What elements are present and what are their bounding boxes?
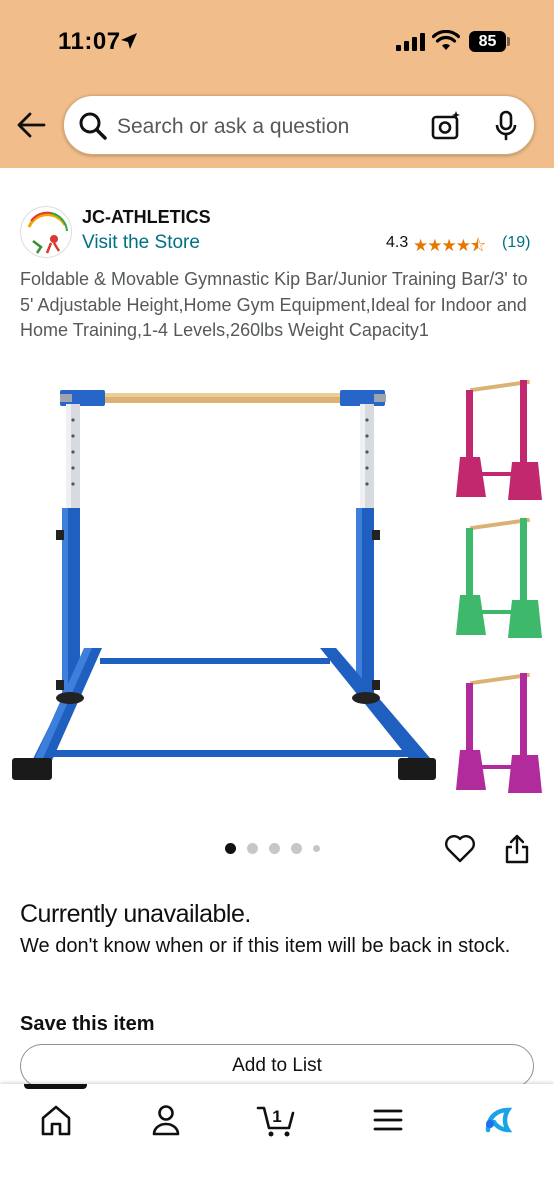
battery-icon: 85 [469, 31, 506, 52]
store-logo-image [27, 211, 68, 254]
mic-icon[interactable] [494, 110, 518, 142]
rating-value: 4.3 [386, 234, 409, 251]
wifi-icon [432, 30, 460, 50]
carousel-dot[interactable] [247, 843, 258, 854]
battery-tip [507, 37, 510, 46]
rufus-icon[interactable] [478, 1100, 518, 1140]
store-logo[interactable] [20, 206, 72, 258]
cart-count: 1 [272, 1107, 281, 1126]
thumbnail-pink[interactable] [452, 372, 546, 502]
search-input[interactable]: Search or ask a question [63, 95, 535, 155]
carousel-dot[interactable] [313, 845, 320, 852]
visit-store-link[interactable]: Visit the Store [82, 232, 200, 254]
carousel-dot[interactable] [269, 843, 280, 854]
product-title: Foldable & Movable Gymnastic Kip Bar/Jun… [20, 269, 528, 340]
home-icon[interactable] [36, 1100, 76, 1140]
thumbnail-purple[interactable] [452, 665, 546, 795]
brand-name: JC-ATHLETICS [82, 207, 211, 227]
cart-icon[interactable]: 1 [256, 1100, 296, 1140]
search-placeholder: Search or ask a question [117, 115, 350, 138]
heart-icon[interactable] [444, 833, 476, 865]
thumbnail-green[interactable] [452, 510, 546, 640]
add-to-list-button[interactable]: Add to List [20, 1044, 534, 1088]
search-icon[interactable] [78, 111, 108, 141]
availability-message: We don't know when or if this item will … [20, 935, 511, 957]
carousel-dot[interactable] [225, 843, 236, 854]
account-icon[interactable] [146, 1100, 186, 1140]
menu-icon[interactable] [368, 1100, 408, 1140]
header: 11:07 85 Search or ask a question [0, 0, 554, 168]
rating-stars[interactable]: ★★★★⯪ [413, 233, 486, 262]
product-main-image[interactable] [10, 380, 440, 790]
bottom-nav: 1 [0, 1084, 554, 1200]
rating-count[interactable]: (19) [502, 234, 530, 252]
carousel-dot[interactable] [291, 843, 302, 854]
availability-heading: Currently unavailable. [20, 900, 251, 928]
signal-icon [396, 33, 425, 51]
location-arrow-icon [121, 33, 137, 49]
share-icon[interactable] [504, 833, 530, 865]
camera-icon[interactable] [430, 110, 462, 142]
active-tab-indicator [24, 1084, 87, 1089]
save-item-heading: Save this item [20, 1013, 155, 1035]
status-time: 11:07 [58, 28, 121, 55]
back-arrow-icon[interactable] [16, 110, 48, 140]
